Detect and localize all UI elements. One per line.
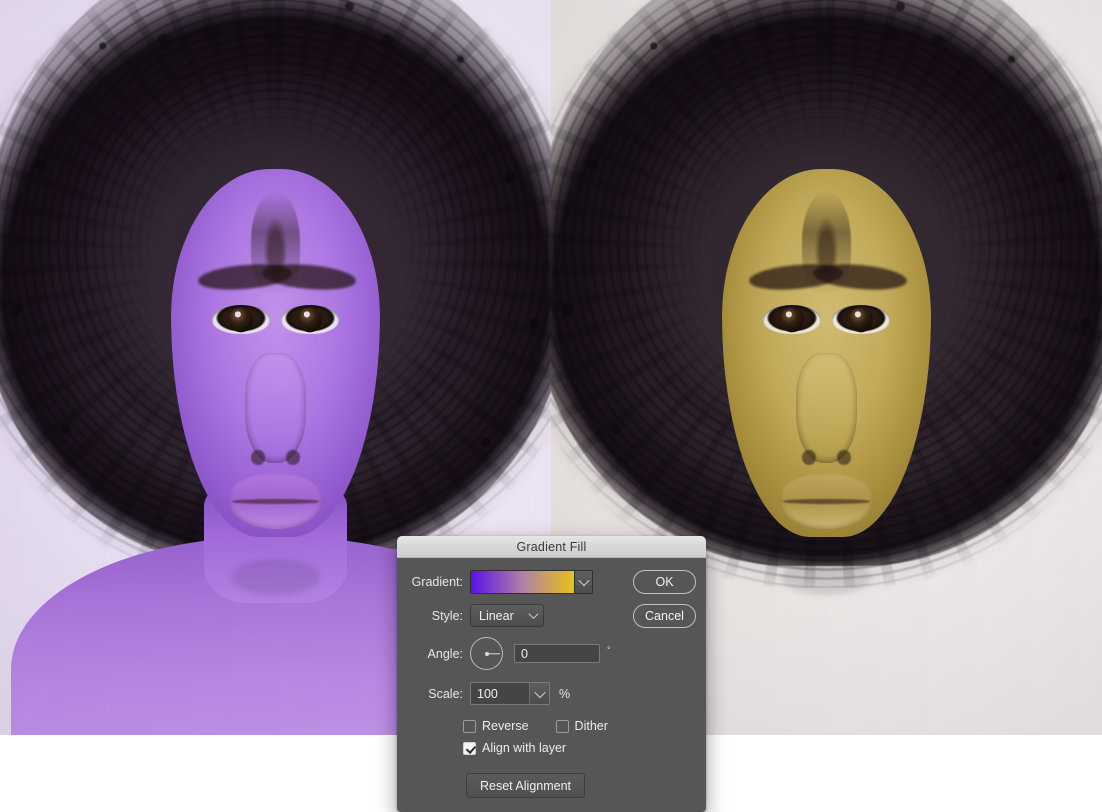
angle-input[interactable] (514, 644, 600, 663)
dither-label: Dither (575, 719, 608, 733)
scale-label: Scale: (397, 687, 470, 701)
hair-top-loops (694, 0, 958, 88)
pupil-left (780, 307, 804, 332)
style-select[interactable]: Linear (470, 604, 544, 627)
nostril-right (286, 450, 299, 465)
pupil-left (229, 307, 253, 332)
scale-input[interactable] (471, 683, 529, 704)
pupil-right (849, 307, 873, 332)
eye-left (763, 305, 821, 334)
angle-unit-label: ° (607, 645, 611, 655)
dialog-action-buttons: OK Cancel (633, 570, 696, 628)
chin-shadow (231, 559, 319, 596)
eye-right (281, 305, 339, 334)
nose (245, 353, 306, 463)
reverse-label: Reverse (482, 719, 529, 733)
chevron-down-icon (529, 609, 539, 619)
dialog-body: Gradient: Style: Linear Angle: (397, 558, 706, 812)
align-with-layer-checkbox[interactable]: Align with layer (463, 741, 566, 755)
nostril-left (251, 450, 264, 465)
angle-dial[interactable] (470, 637, 503, 670)
align-label: Align with layer (482, 741, 566, 755)
nostril-right (837, 450, 850, 465)
angle-dial-center-dot (485, 652, 489, 656)
align-row: Align with layer (463, 741, 706, 755)
checkbox-box[interactable] (556, 720, 569, 733)
gradient-preview[interactable] (471, 571, 575, 593)
gradient-fill-dialog[interactable]: Gradient Fill Gradient: Style: Linear An… (397, 536, 706, 812)
reset-alignment-button[interactable]: Reset Alignment (466, 773, 585, 798)
nose (796, 353, 857, 463)
checkbox-box[interactable] (463, 720, 476, 733)
lips (229, 474, 323, 529)
dialog-title: Gradient Fill (517, 540, 587, 554)
scale-row: Scale: % (397, 682, 706, 705)
reverse-checkbox[interactable]: Reverse (463, 719, 529, 733)
style-label: Style: (397, 609, 470, 623)
chevron-down-icon (534, 686, 545, 697)
chin-shadow (782, 559, 870, 596)
pupil-right (298, 307, 322, 332)
nostril-left (802, 450, 815, 465)
gradient-label: Gradient: (397, 575, 470, 589)
dither-checkbox[interactable]: Dither (556, 719, 608, 733)
eye-right (832, 305, 890, 334)
chevron-down-icon (578, 575, 589, 586)
checkbox-box-checked[interactable] (463, 742, 476, 755)
cancel-button[interactable]: Cancel (633, 604, 696, 628)
gradient-swatch-control[interactable] (470, 570, 593, 594)
scale-control[interactable] (470, 682, 550, 705)
ok-button[interactable]: OK (633, 570, 696, 594)
scale-dropdown-button[interactable] (529, 683, 549, 704)
angle-label: Angle: (397, 647, 470, 661)
scale-unit-label: % (559, 687, 570, 701)
gradient-picker-button[interactable] (575, 571, 592, 593)
angle-row: Angle: ° (397, 637, 706, 670)
style-select-value: Linear (479, 609, 514, 623)
lips (780, 474, 874, 529)
dialog-titlebar[interactable]: Gradient Fill (397, 536, 706, 558)
reverse-dither-row: Reverse Dither (463, 719, 706, 733)
eye-left (212, 305, 270, 334)
hair-top-loops (143, 0, 407, 88)
